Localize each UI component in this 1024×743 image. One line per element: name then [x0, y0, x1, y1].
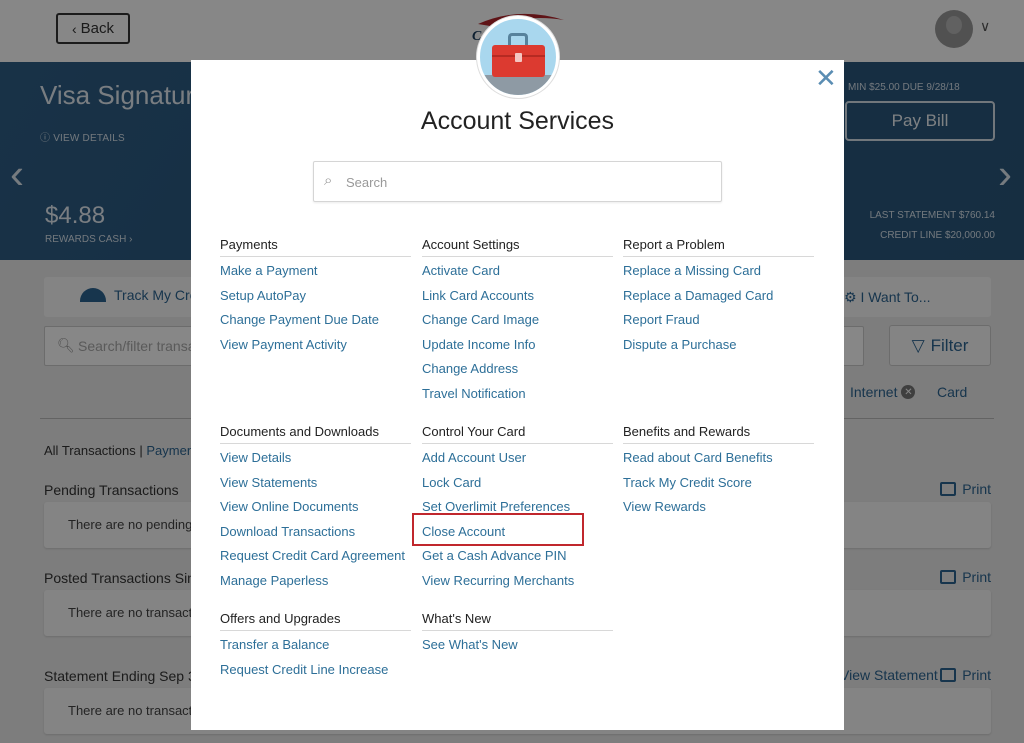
group-title: What's New: [422, 611, 613, 631]
service-link-download-transactions[interactable]: Download Transactions: [220, 522, 411, 547]
service-link-setup-autopay[interactable]: Setup AutoPay: [220, 286, 411, 311]
service-link-manage-paperless[interactable]: Manage Paperless: [220, 571, 411, 596]
service-group: Account Settings Activate Card Link Card A…: [422, 237, 613, 408]
service-link-update-income-info[interactable]: Update Income Info: [422, 335, 613, 360]
service-link-request-credit-card-agreement[interactable]: Request Credit Card Agreement: [220, 546, 411, 571]
group-title: Account Settings: [422, 237, 613, 257]
service-group: Documents and Downloads View Details View …: [220, 424, 411, 595]
group-title: Benefits and Rewards: [623, 424, 814, 444]
group-title: Control Your Card: [422, 424, 613, 444]
service-link-view-payment-activity[interactable]: View Payment Activity: [220, 335, 411, 360]
service-link-view-statements[interactable]: View Statements: [220, 473, 411, 498]
search-icon: ⌕: [324, 172, 333, 189]
group-title: Documents and Downloads: [220, 424, 411, 444]
service-link-change-address[interactable]: Change Address: [422, 359, 613, 384]
service-link-get-a-cash-advance-pin[interactable]: Get a Cash Advance PIN: [422, 546, 613, 571]
service-link-see-what-s-new[interactable]: See What's New: [422, 635, 613, 660]
modal-search-input[interactable]: ⌕ Search: [313, 161, 722, 202]
service-link-replace-a-missing-card[interactable]: Replace a Missing Card: [623, 261, 814, 286]
service-group: Control Your Card Add Account User Lock Ca…: [422, 424, 613, 595]
modal-title: Account Services: [420, 107, 615, 135]
service-link-transfer-a-balance[interactable]: Transfer a Balance: [220, 635, 411, 660]
service-link-track-my-credit-score[interactable]: Track My Credit Score: [623, 473, 814, 498]
group-title: Payments: [220, 237, 411, 257]
service-link-view-rewards[interactable]: View Rewards: [623, 497, 814, 522]
service-link-make-a-payment[interactable]: Make a Payment: [220, 261, 411, 286]
service-link-dispute-a-purchase[interactable]: Dispute a Purchase: [623, 335, 814, 360]
service-link-add-account-user[interactable]: Add Account User: [422, 448, 613, 473]
service-link-activate-card[interactable]: Activate Card: [422, 261, 613, 286]
service-group: Offers and Upgrades Transfer a Balance Req…: [220, 611, 411, 684]
service-group: What's New See What's New: [422, 611, 613, 660]
service-link-view-details[interactable]: View Details: [220, 448, 411, 473]
service-link-link-card-accounts[interactable]: Link Card Accounts: [422, 286, 613, 311]
service-link-lock-card[interactable]: Lock Card: [422, 473, 613, 498]
service-group: Payments Make a Payment Setup AutoPay Chang…: [220, 237, 411, 359]
close-icon[interactable]: ✕: [815, 65, 837, 91]
service-link-report-fraud[interactable]: Report Fraud: [623, 310, 814, 335]
service-link-change-payment-due-date[interactable]: Change Payment Due Date: [220, 310, 411, 335]
service-link-request-credit-line-increase[interactable]: Request Credit Line Increase: [220, 660, 411, 685]
service-link-read-about-card-benefits[interactable]: Read about Card Benefits: [623, 448, 814, 473]
service-link-travel-notification[interactable]: Travel Notification: [422, 384, 613, 409]
service-link-replace-a-damaged-card[interactable]: Replace a Damaged Card: [623, 286, 814, 311]
modal-search-placeholder: Search: [346, 175, 388, 190]
close-account-highlight: [412, 513, 584, 546]
service-link-change-card-image[interactable]: Change Card Image: [422, 310, 613, 335]
service-group: Benefits and Rewards Read about Card Bene…: [623, 424, 814, 522]
group-title: Report a Problem: [623, 237, 814, 257]
group-title: Offers and Upgrades: [220, 611, 411, 631]
service-link-view-recurring-merchants[interactable]: View Recurring Merchants: [422, 571, 613, 596]
toolbox-icon: [477, 16, 559, 98]
service-link-view-online-documents[interactable]: View Online Documents: [220, 497, 411, 522]
service-group: Report a Problem Replace a Missing Card Re…: [623, 237, 814, 359]
